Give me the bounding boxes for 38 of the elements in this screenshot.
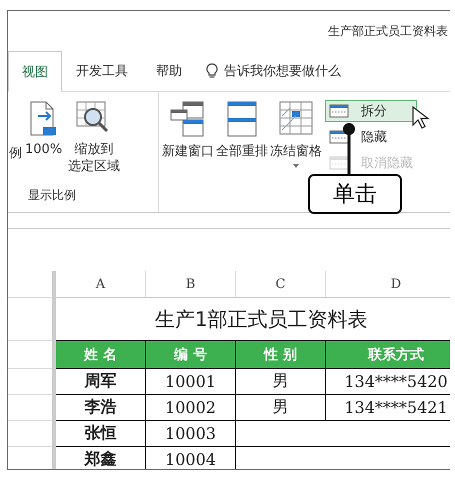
ribbon-button[interactable]: 冻结窗格 — [269, 100, 323, 168]
ribbon-button[interactable]: 新建窗口 — [161, 100, 215, 160]
ribbon-small-button[interactable]: 拆分 — [325, 100, 417, 122]
group-label: 显示比例 — [28, 187, 77, 204]
callout-pointer — [342, 122, 356, 174]
table-cell: 李浩 — [54, 394, 146, 420]
ribbon-button[interactable]: 缩放到 选定区域 — [65, 100, 124, 176]
callout-box: 单击 — [308, 174, 402, 214]
table-cell: 周军 — [54, 368, 146, 394]
window-icon — [329, 104, 349, 118]
ribbon-tab[interactable]: 视图 — [8, 51, 62, 92]
window-title: 生产部正式员工资料表 — [328, 22, 448, 40]
window-icon — [329, 130, 349, 144]
column-header[interactable]: D — [326, 271, 450, 298]
sheet-title: 生产1部正式员工资料表 — [54, 298, 450, 340]
table-header-cell: 性 别 — [236, 340, 326, 368]
button-label: 例 — [9, 145, 22, 162]
table-cell: 张恒 — [54, 420, 146, 446]
tell-me-field[interactable]: 告诉我你想要做什么 — [222, 62, 386, 80]
ribbon-tab[interactable]: 帮助 — [142, 51, 196, 91]
table-cell: 10003 — [146, 420, 236, 446]
mouse-cursor-icon — [412, 106, 430, 130]
table-cell: 男 — [236, 368, 326, 394]
column-header[interactable]: A — [54, 271, 146, 298]
window-icon — [329, 156, 349, 170]
ribbon-tab[interactable]: 开发工具 — [62, 51, 142, 91]
stacked-windows-icon — [226, 100, 258, 138]
table-header-cell: 联系方式 — [326, 340, 450, 368]
lightbulb-icon — [206, 63, 218, 79]
table-cell: 10002 — [146, 394, 236, 420]
table-cell: 男 — [236, 394, 326, 420]
table-cell: 10001 — [146, 368, 236, 394]
column-header[interactable]: B — [146, 271, 236, 298]
ribbon-button[interactable]: 全部重排 — [215, 100, 269, 160]
column-header[interactable]: C — [236, 271, 326, 298]
table-header-cell: 编 号 — [146, 340, 236, 368]
ribbon-button[interactable]: 100% — [22, 100, 66, 159]
table-header-cell: 姓 名 — [54, 340, 146, 368]
